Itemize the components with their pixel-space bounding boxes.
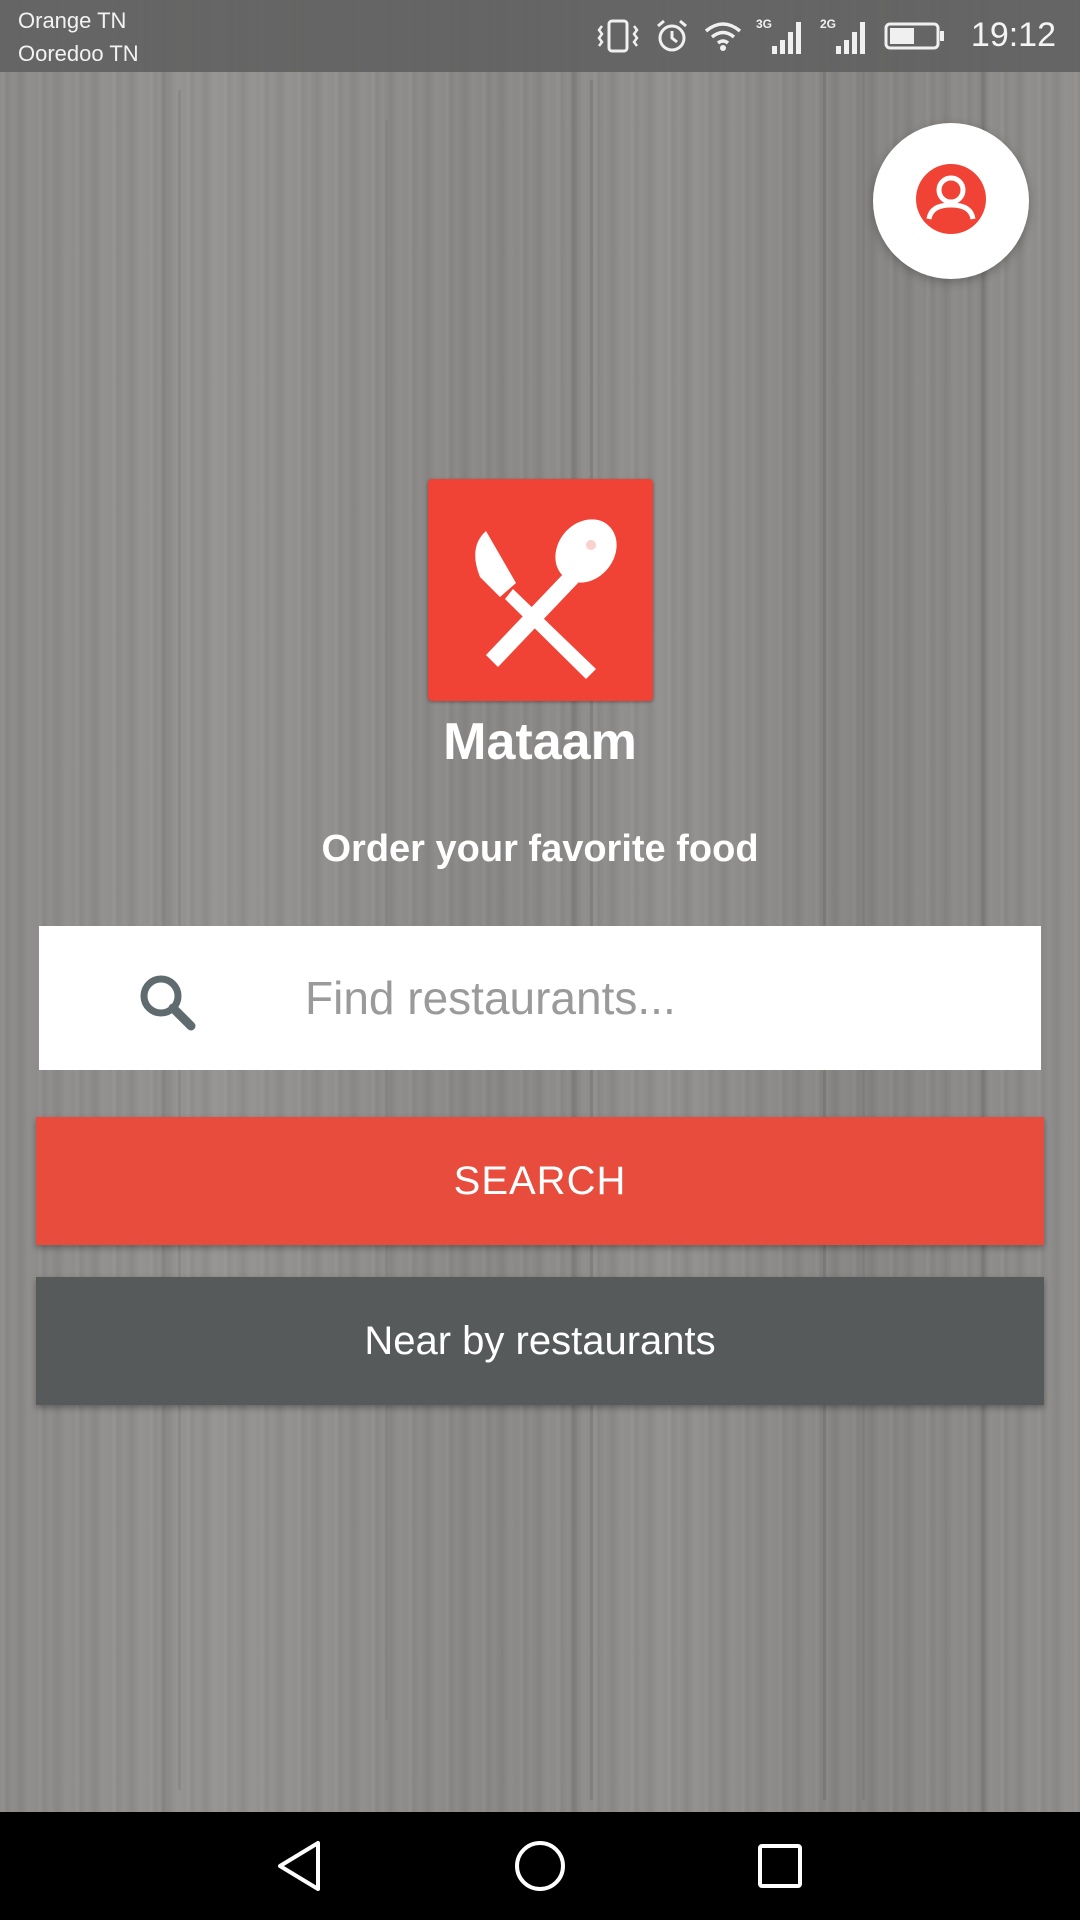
home-icon[interactable]: [510, 1836, 570, 1896]
clock: 19:12: [970, 16, 1056, 54]
profile-button[interactable]: [873, 123, 1029, 279]
alarm-icon: [654, 18, 690, 54]
wifi-icon: [704, 20, 742, 52]
nearby-restaurants-button[interactable]: Near by restaurants: [36, 1277, 1044, 1405]
search-box: [39, 926, 1041, 1070]
carrier-1-label: Orange TN: [18, 8, 127, 33]
back-icon[interactable]: [270, 1836, 330, 1896]
status-icons: 3G 2G: [596, 14, 946, 58]
vibrate-icon: [596, 18, 640, 54]
status-bar: Orange TN Ooredoo TN 3G 2G 19:12: [0, 0, 1080, 72]
search-button[interactable]: SEARCH: [36, 1117, 1044, 1245]
search-icon[interactable]: [137, 972, 197, 1037]
signal-2g-icon: 2G: [820, 16, 870, 56]
navigation-bar: [0, 1812, 1080, 1920]
app-name: Mataam: [443, 713, 637, 771]
battery-icon: [884, 21, 946, 51]
tagline: Order your favorite food: [321, 828, 759, 870]
search-input[interactable]: [305, 956, 1005, 1040]
recents-icon[interactable]: [750, 1836, 810, 1896]
home-screen: Orange TN Ooredoo TN 3G 2G 19:12 Mataam …: [0, 0, 1080, 1920]
svg-text:2G: 2G: [820, 17, 836, 31]
user-account-icon: [914, 162, 988, 241]
svg-text:3G: 3G: [756, 17, 772, 31]
app-logo: [428, 479, 653, 701]
carrier-2-label: Ooredoo TN: [18, 41, 139, 66]
signal-3g-icon: 3G: [756, 16, 806, 56]
